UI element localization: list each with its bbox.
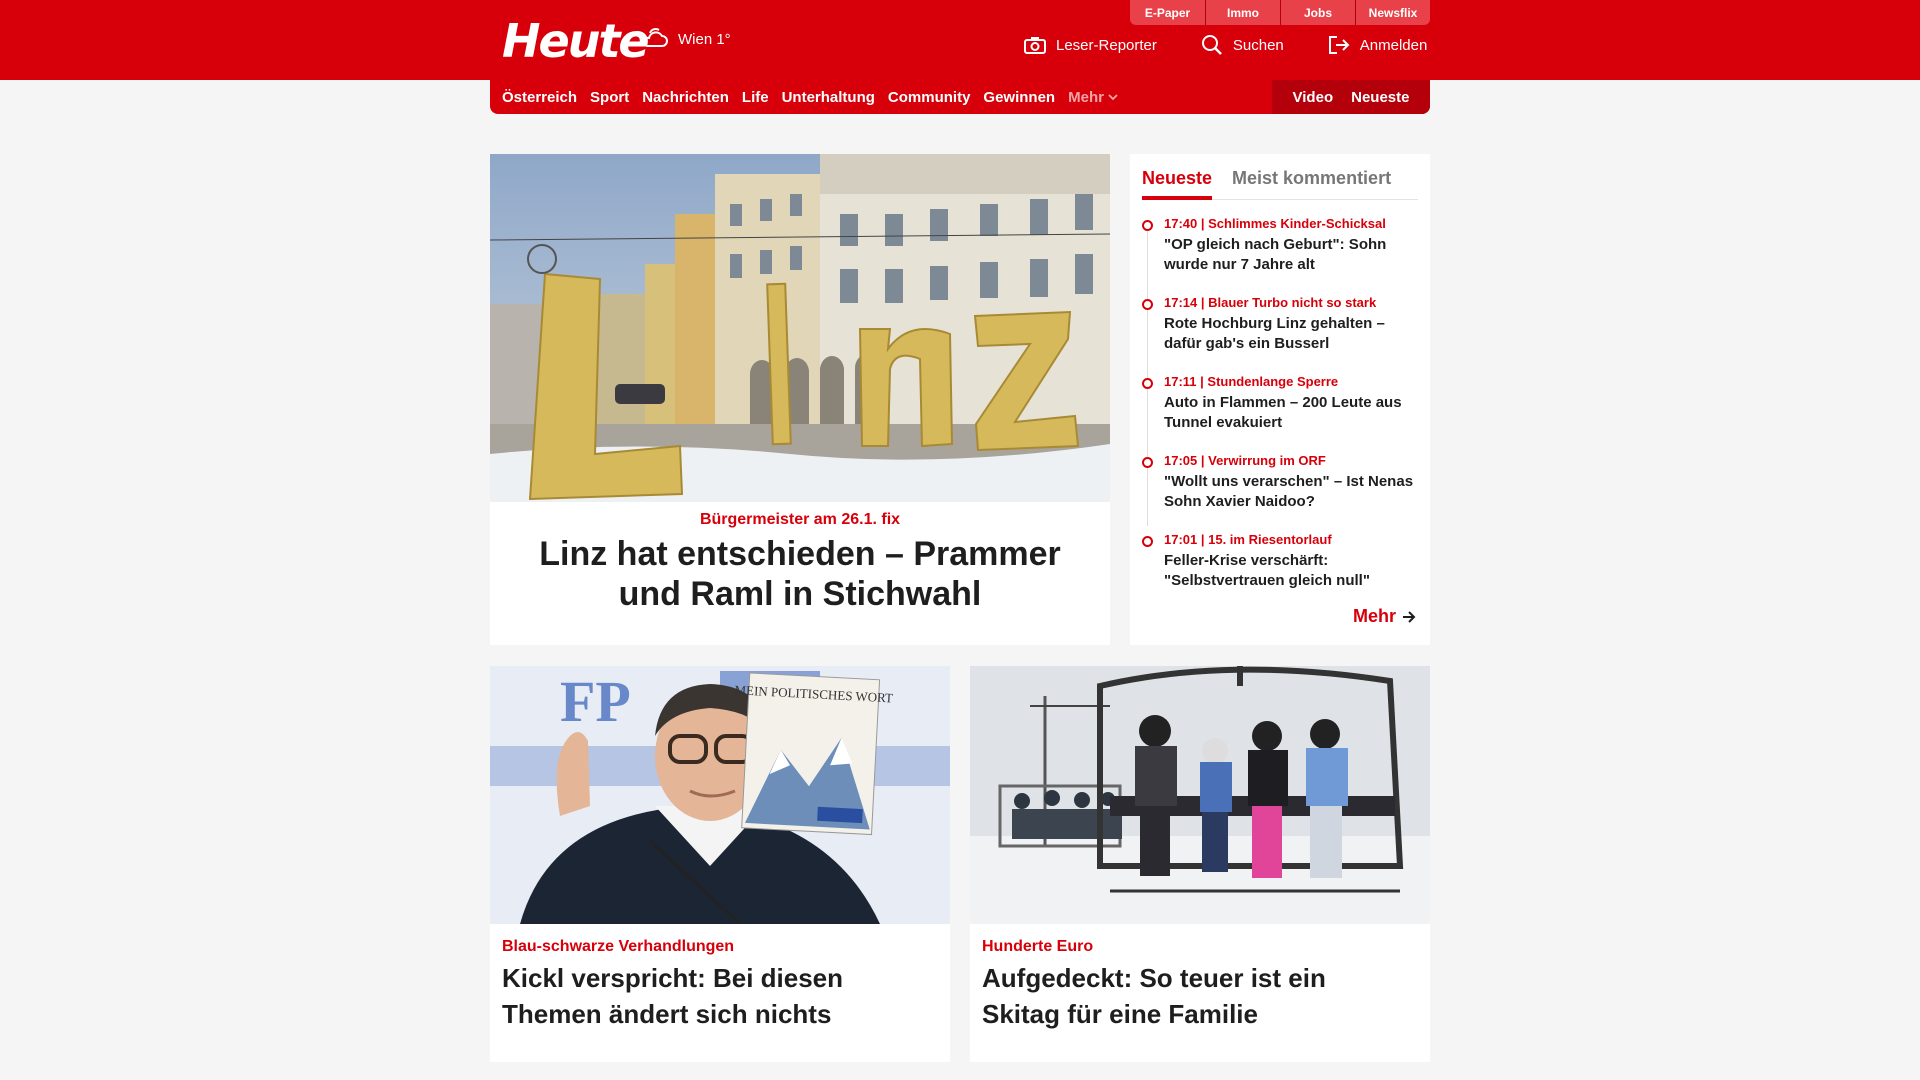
hero-headline[interactable]: Linz hat entschieden – Prammer und Raml … <box>510 534 1090 614</box>
news-kicker: 17:40 | Schlimmes Kinder-Schicksal <box>1164 216 1386 231</box>
timeline-dot-icon <box>1142 299 1153 310</box>
nav-item-gewinnen[interactable]: Gewinnen <box>983 89 1055 106</box>
login-label: Anmelden <box>1359 36 1428 54</box>
news-title: "OP gleich nach Geburt": Sohn wurde nur … <box>1164 236 1387 273</box>
login-icon <box>1328 36 1350 54</box>
nav-item-life[interactable]: Life <box>742 89 769 106</box>
news-title: Feller-Krise verschärft: "Selbstvertraue… <box>1164 552 1370 589</box>
nav-more-dropdown[interactable]: Mehr <box>1068 89 1118 106</box>
nav-item-unterhaltung[interactable]: Unterhaltung <box>782 89 875 106</box>
site-logo[interactable]: Heute <box>502 14 650 68</box>
article-kicker: Blau-schwarze Verhandlungen <box>502 938 735 955</box>
search-button[interactable]: Suchen <box>1201 34 1284 56</box>
nav-right-group: Video Neueste <box>1272 80 1430 114</box>
cloud-sun-icon <box>642 27 668 47</box>
nav-item-community[interactable]: Community <box>888 89 971 106</box>
nav-item-sport[interactable]: Sport <box>590 89 629 106</box>
nav-item-nachrichten[interactable]: Nachrichten <box>642 89 729 106</box>
hero-kicker[interactable]: Bürgermeister am 26.1. fix <box>490 511 1110 529</box>
news-title: "Wollt uns verarschen" – Ist Nenas Sohn … <box>1164 473 1414 510</box>
timeline-dot-icon <box>1142 220 1153 231</box>
news-kicker: 17:01 | 15. im Riesentorlauf <box>1164 532 1332 547</box>
article-card-kickl[interactable]: FP MEIN POLITISCHES WORT Blau-schwarze V… <box>490 666 950 1062</box>
login-button[interactable]: Anmelden <box>1328 34 1428 56</box>
nav-more-label: Mehr <box>1068 88 1104 106</box>
top-bar <box>0 0 1920 80</box>
main-nav: Österreich Sport Nachrichten Life Unterh… <box>490 80 1430 114</box>
news-title: Auto in Flammen – 200 Leute aus Tunnel e… <box>1164 394 1402 431</box>
article-kicker: Hunderte Euro <box>982 938 1094 955</box>
sidebar-more-link[interactable]: Mehr <box>1353 606 1416 627</box>
list-item[interactable]: 17:05 | Verwirrung im ORF "Wollt uns ver… <box>1142 453 1422 512</box>
search-icon <box>1201 35 1222 55</box>
tab-neueste[interactable]: Neueste <box>1142 162 1213 200</box>
news-kicker: 17:05 | Verwirrung im ORF <box>1164 453 1326 468</box>
timeline-dot-icon <box>1142 457 1153 468</box>
article-image-graphic: FP MEIN POLITISCHES WORT <box>490 666 950 924</box>
backdrop-text: FP <box>560 669 631 734</box>
reader-reporter-label: Leser-Reporter <box>1056 36 1157 54</box>
article-headline[interactable]: Kickl verspricht: Bei diesen Themen ände… <box>502 960 922 1032</box>
article-image-kickl[interactable]: FP MEIN POLITISCHES WORT <box>490 666 950 924</box>
reader-reporter-button[interactable]: Leser-Reporter <box>1024 34 1157 56</box>
service-link-newsflix[interactable]: Newsflix <box>1355 0 1430 25</box>
list-item[interactable]: 17:14 | Blauer Turbo nicht so stark Rote… <box>1142 295 1422 354</box>
search-label: Suchen <box>1232 36 1284 54</box>
list-item[interactable]: 17:11 | Stundenlange Sperre Auto in Flam… <box>1142 374 1422 433</box>
list-item[interactable]: 17:40 | Schlimmes Kinder-Schicksal "OP g… <box>1142 216 1422 275</box>
service-link-immo[interactable]: Immo <box>1205 0 1280 25</box>
arrow-right-icon <box>1403 610 1416 623</box>
latest-news-sidebar: Neueste Meist kommentiert 17:40 | Schlim… <box>1130 154 1430 645</box>
weather-widget[interactable]: Wien 1° <box>638 26 731 52</box>
sidebar-tabs: Neueste Meist kommentiert <box>1142 162 1418 200</box>
list-item[interactable]: 17:01 | 15. im Riesentorlauf Feller-Kris… <box>1142 532 1422 591</box>
service-link-epaper[interactable]: E-Paper <box>1130 0 1205 25</box>
article-image-graphic <box>970 666 1430 924</box>
hero-image[interactable] <box>490 154 1110 502</box>
article-image-skitag[interactable] <box>970 666 1430 924</box>
nav-item-video[interactable]: Video <box>1293 89 1334 106</box>
chevron-down-icon <box>1108 94 1118 101</box>
timeline-dot-icon <box>1142 378 1153 389</box>
weather-label: Wien 1° <box>678 30 731 48</box>
tab-meist-kommentiert[interactable]: Meist kommentiert <box>1232 162 1391 199</box>
nav-item-neueste[interactable]: Neueste <box>1351 89 1409 106</box>
nav-item-oesterreich[interactable]: Österreich <box>502 89 577 106</box>
news-title: Rote Hochburg Linz gehalten – dafür gab'… <box>1164 315 1385 352</box>
news-kicker: 17:11 | Stundenlange Sperre <box>1164 374 1339 389</box>
service-links: E-Paper Immo Jobs Newsflix <box>1130 0 1430 25</box>
news-kicker: 17:14 | Blauer Turbo nicht so stark <box>1164 295 1377 310</box>
sidebar-more-label: Mehr <box>1352 606 1396 626</box>
article-headline[interactable]: Aufgedeckt: So teuer ist ein Skitag für … <box>982 960 1402 1032</box>
article-card-skitag[interactable]: Hunderte Euro Aufgedeckt: So teuer ist e… <box>970 666 1430 1062</box>
timeline-dot-icon <box>1142 536 1153 547</box>
service-link-jobs[interactable]: Jobs <box>1280 0 1355 25</box>
header-actions: Leser-Reporter Suchen Anmelden <box>1024 34 1427 56</box>
camera-icon <box>1024 37 1046 54</box>
hero-image-graphic <box>490 154 1110 502</box>
